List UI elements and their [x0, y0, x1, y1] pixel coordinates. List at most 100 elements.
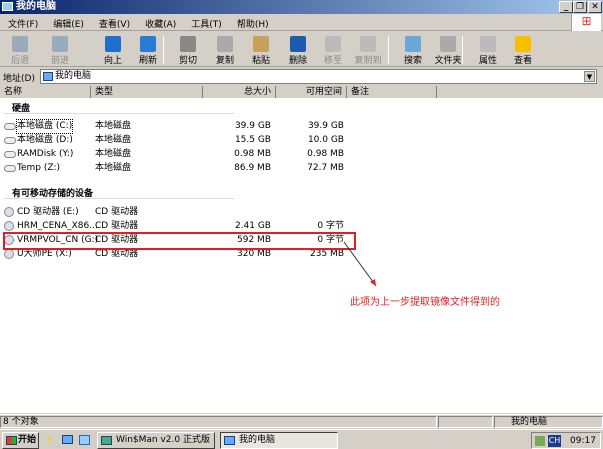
- toolbar-label: 复制: [215, 56, 234, 66]
- menu-help[interactable]: 帮助(H): [229, 14, 276, 30]
- drive-size: 15.5 GB: [234, 135, 271, 145]
- cd-drive-icon: [4, 221, 14, 231]
- address-bar: 地址(D) 我的电脑 ▼: [0, 67, 603, 85]
- menu-tools[interactable]: 工具(T): [183, 14, 229, 30]
- drive-row[interactable]: 本地磁盘 (C:) 本地磁盘 39.9 GB 39.9 GB: [0, 119, 440, 134]
- status-count: 8 个对象: [0, 416, 437, 428]
- toolbar-label: 复制到: [354, 56, 382, 66]
- menu-view[interactable]: 查看(V): [91, 14, 137, 30]
- broom-icon[interactable]: ✎: [46, 435, 54, 445]
- toolbar-icon: [405, 36, 421, 52]
- toolbar-label: 搜索: [403, 56, 422, 66]
- toolbar-separator: [462, 36, 463, 64]
- clock[interactable]: 09:17: [570, 436, 596, 446]
- toolbar-button[interactable]: 搜索: [395, 34, 431, 66]
- toolbar-button[interactable]: 移至: [315, 34, 351, 66]
- drive-type: 本地磁盘: [95, 163, 132, 173]
- app-icon: [101, 436, 112, 445]
- task-winsman[interactable]: Win$Man v2.0 正式版: [97, 432, 215, 449]
- cd-drive-icon: [4, 207, 14, 217]
- computer-icon[interactable]: [62, 435, 73, 444]
- network-icon[interactable]: [535, 436, 545, 446]
- drive-type: 本地磁盘: [95, 135, 132, 145]
- drive-row[interactable]: Temp (Z:) 本地磁盘 86.9 MB 72.7 MB: [0, 162, 440, 175]
- start-button[interactable]: 开始: [2, 432, 39, 449]
- ime-indicator[interactable]: CH: [548, 435, 561, 447]
- toolbar-button[interactable]: 剪切: [170, 34, 206, 66]
- toolbar-button[interactable]: 删除: [280, 34, 316, 66]
- toolbar-button[interactable]: 后退: [2, 34, 38, 66]
- drive-name: 本地磁盘 (D:): [17, 135, 73, 145]
- toolbar-icon: [180, 36, 196, 52]
- menu-file[interactable]: 文件(F): [0, 14, 45, 30]
- menu-favorites[interactable]: 收藏(A): [137, 14, 183, 30]
- toolbar-button[interactable]: 向上: [95, 34, 131, 66]
- drive-row[interactable]: RAMDisk (Y:) 本地磁盘 0.98 MB 0.98 MB: [0, 148, 440, 161]
- toolbar-icon: [360, 36, 376, 52]
- status-empty: [438, 416, 493, 428]
- drive-row[interactable]: CD 驱动器 (E:) CD 驱动器: [0, 206, 440, 219]
- toolbar-label: 前进: [50, 56, 69, 66]
- restore-button[interactable]: ❐: [573, 1, 587, 13]
- status-location-text: 我的电脑: [511, 417, 548, 427]
- drive-name: Temp (Z:): [17, 163, 61, 173]
- task-my-computer[interactable]: 我的电脑: [220, 432, 338, 449]
- toolbar-icon: [140, 36, 156, 52]
- divider: [4, 113, 234, 114]
- toolbar: 后退 前进 向上 刷新 剪切 复制 粘贴 删除 移至 复制到 搜索 文件夹 属性 查看: [0, 32, 603, 67]
- toolbar-button[interactable]: 查看: [505, 34, 541, 66]
- menu-edit[interactable]: 编辑(E): [45, 14, 91, 30]
- toolbar-label: 属性: [478, 56, 497, 66]
- toolbar-icon: [217, 36, 233, 52]
- toolbar-button[interactable]: 文件夹: [430, 34, 466, 66]
- drive-row[interactable]: 本地磁盘 (D:) 本地磁盘 15.5 GB 10.0 GB: [0, 134, 440, 147]
- toolbar-icon: [253, 36, 269, 52]
- drive-type: CD 驱动器: [95, 207, 139, 217]
- menu-bar: 文件(F) 编辑(E) 查看(V) 收藏(A) 工具(T) 帮助(H): [0, 14, 603, 31]
- toolbar-separator: [163, 36, 164, 64]
- col-notes[interactable]: 备注: [347, 86, 437, 98]
- toolbar-button[interactable]: 属性: [470, 34, 506, 66]
- toolbar-label: 后退: [10, 56, 29, 66]
- toolbar-button[interactable]: 复制: [207, 34, 243, 66]
- toolbar-label: 刷新: [138, 56, 157, 66]
- windows-logo-icon: ⊞: [571, 14, 601, 31]
- drive-free: 10.0 GB: [307, 135, 344, 145]
- status-bar: 8 个对象 我的电脑: [0, 414, 603, 428]
- toolbar-icon: [290, 36, 306, 52]
- hard-disk-icon: [4, 123, 16, 130]
- taskbar: 开始 ✎ Win$Man v2.0 正式版 我的电脑 CH 09:17: [0, 429, 603, 449]
- toolbar-label: 删除: [288, 56, 307, 66]
- address-value: 我的电脑: [55, 71, 92, 81]
- drive-size: 0.98 MB: [234, 149, 271, 159]
- toolbar-button[interactable]: 粘贴: [243, 34, 279, 66]
- address-input[interactable]: 我的电脑 ▼: [40, 69, 597, 84]
- toolbar-label: 向上: [103, 56, 122, 66]
- toolbar-button[interactable]: 前进: [42, 34, 78, 66]
- computer-icon: [43, 72, 53, 81]
- drive-type: 本地磁盘: [95, 121, 132, 131]
- col-free[interactable]: 可用空间: [276, 86, 347, 98]
- status-location: 我的电脑: [494, 416, 603, 428]
- toolbar-button[interactable]: 刷新: [130, 34, 166, 66]
- desktop-icon[interactable]: [79, 435, 90, 445]
- toolbar-icon: [12, 36, 28, 52]
- dropdown-arrow-icon[interactable]: ▼: [584, 71, 595, 82]
- annotation-text: 此项为上一步提取镜像文件得到的: [350, 297, 500, 308]
- toolbar-label: 文件夹: [434, 56, 462, 66]
- col-size[interactable]: 总大小: [203, 86, 276, 98]
- toolbar-label: 粘贴: [251, 56, 270, 66]
- highlight-box: [3, 232, 356, 250]
- toolbar-button[interactable]: 复制到: [350, 34, 386, 66]
- col-type[interactable]: 类型: [91, 86, 203, 98]
- drive-size: 86.9 MB: [234, 163, 271, 173]
- windows-flag-icon: [6, 436, 17, 445]
- task-label: Win$Man v2.0 正式版: [116, 435, 210, 445]
- window-title: 我的电脑: [16, 1, 56, 12]
- minimize-button[interactable]: _: [559, 1, 573, 13]
- start-label: 开始: [18, 435, 37, 445]
- column-header: 名称 类型 总大小 可用空间 备注: [0, 86, 603, 98]
- divider: [4, 198, 234, 199]
- col-name[interactable]: 名称: [0, 86, 91, 98]
- close-button[interactable]: ✕: [588, 1, 602, 13]
